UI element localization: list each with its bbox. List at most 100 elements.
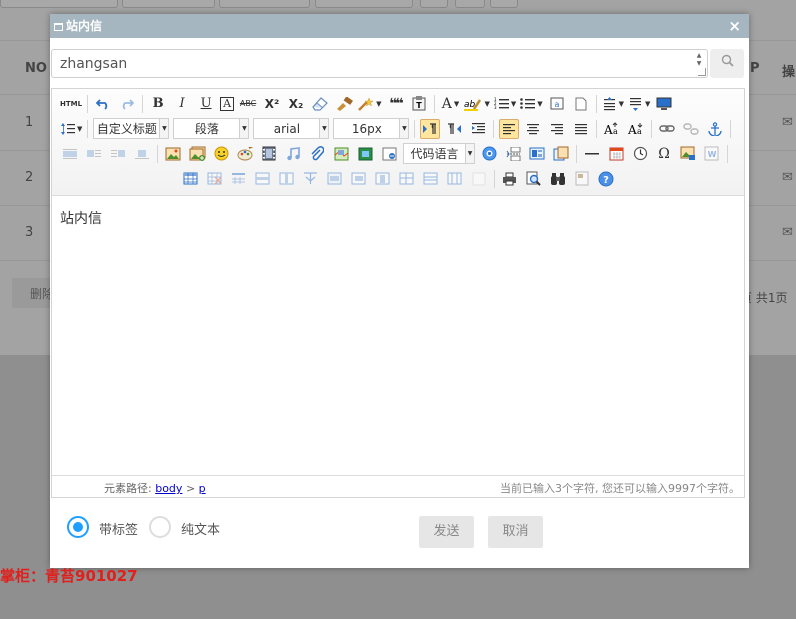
send-button[interactable]: 发送 [419, 516, 474, 548]
insert-video-icon[interactable] [259, 144, 279, 164]
insert-table-icon[interactable] [181, 169, 201, 189]
insert-image-icon[interactable] [163, 144, 183, 164]
superscript-button[interactable]: X² [262, 94, 282, 114]
radio-with-tags-label[interactable]: 带标签 [99, 519, 138, 538]
font-size-select[interactable]: 16px ▼ [333, 118, 410, 139]
direction-ltr-icon[interactable] [420, 118, 441, 139]
image-none-icon[interactable] [60, 144, 80, 164]
lineheight-icon[interactable]: ▼ [60, 119, 82, 139]
gmap-icon[interactable] [355, 144, 375, 164]
rowspacing-bottom-icon[interactable]: ▼ [628, 94, 650, 114]
direction-rtl-icon[interactable] [444, 119, 464, 139]
word-paste-icon[interactable]: W [702, 144, 722, 164]
time-icon[interactable] [630, 144, 650, 164]
special-chars-button[interactable]: Ω [654, 144, 674, 164]
cancel-button[interactable]: 取消 [488, 516, 543, 548]
code-language-select[interactable]: 代码语言 ▼ [403, 143, 475, 164]
wordimage-icon[interactable] [678, 144, 698, 164]
source-html-button[interactable]: HTML [60, 94, 82, 114]
split-rows-icon[interactable] [421, 169, 441, 189]
multi-image-icon[interactable] [187, 144, 207, 164]
align-justify-icon[interactable] [571, 119, 591, 139]
radio-plain-text[interactable] [149, 516, 171, 538]
fullscreen-icon[interactable]: a [547, 94, 567, 114]
align-center-icon[interactable] [523, 119, 543, 139]
unlink-icon[interactable] [681, 119, 701, 139]
undo-icon[interactable] [93, 94, 113, 114]
recipient-field[interactable]: zhangsan ▲ ▼ [51, 49, 708, 78]
image-right-icon[interactable] [108, 144, 128, 164]
attachment-icon[interactable] [307, 144, 327, 164]
link-icon[interactable] [657, 119, 677, 139]
font-family-select[interactable]: arial ▼ [253, 118, 330, 139]
preview-icon[interactable] [654, 94, 674, 114]
unordered-list-icon[interactable]: ▼ [520, 94, 543, 114]
search-replace-icon[interactable] [524, 169, 544, 189]
pasteplain-icon[interactable]: T [409, 94, 429, 114]
ordered-list-icon[interactable]: 1 2 3 ▼ [494, 94, 516, 114]
music-icon[interactable] [283, 144, 303, 164]
fontborder-button[interactable]: A [220, 96, 235, 111]
rowspacing-top-icon[interactable]: ▼ [602, 94, 624, 114]
format-brush-icon[interactable] [334, 94, 354, 114]
delete-table-icon[interactable] [205, 169, 225, 189]
element-path-body-link[interactable]: body [155, 482, 182, 495]
image-center-icon[interactable] [132, 144, 152, 164]
merge-down-icon[interactable] [373, 169, 393, 189]
blockquote-button[interactable]: ❝❝ [385, 94, 405, 114]
bold-button[interactable]: B [148, 94, 168, 114]
backcolor-icon[interactable]: ab ▼ [464, 94, 490, 114]
touppercase-icon[interactable]: Aa [602, 119, 622, 139]
merge-cells-icon[interactable] [325, 169, 345, 189]
insert-col-icon[interactable] [277, 169, 297, 189]
horizontal-rule-icon[interactable] [582, 144, 602, 164]
eraser-icon[interactable] [310, 94, 330, 114]
insert-frame-icon[interactable] [379, 144, 399, 164]
mail-icon[interactable]: ✉ [782, 170, 793, 185]
paragraph-select[interactable]: 段落 ▼ [173, 118, 250, 139]
forecolor-button[interactable]: A ▼ [440, 94, 460, 114]
search-button[interactable] [710, 49, 744, 78]
merge-right-icon[interactable] [349, 169, 369, 189]
charts-icon[interactable] [469, 169, 489, 189]
image-left-icon[interactable] [84, 144, 104, 164]
resize-grip-icon[interactable] [698, 68, 706, 76]
split-cols-icon[interactable] [445, 169, 465, 189]
insert-row-icon[interactable] [253, 169, 273, 189]
webapp-icon[interactable] [479, 144, 499, 164]
map-icon[interactable] [331, 144, 351, 164]
align-right-icon[interactable] [547, 119, 567, 139]
split-cells-icon[interactable] [397, 169, 417, 189]
strikethrough-button[interactable]: ABC [238, 94, 258, 114]
document-icon[interactable] [571, 94, 591, 114]
close-icon[interactable]: × [728, 14, 741, 38]
find-icon[interactable] [548, 169, 568, 189]
subscript-button[interactable]: X₂ [286, 94, 306, 114]
emotion-icon[interactable] [211, 144, 231, 164]
drafts-icon[interactable] [572, 169, 592, 189]
merge-icon[interactable] [301, 169, 321, 189]
caption-icon[interactable] [229, 169, 249, 189]
underline-button[interactable]: U [196, 94, 216, 114]
date-icon[interactable] [606, 144, 626, 164]
background-icon[interactable] [551, 144, 571, 164]
align-left-icon[interactable] [499, 118, 520, 139]
mail-icon[interactable]: ✉ [782, 115, 793, 130]
pagebreak-icon[interactable] [503, 144, 523, 164]
redo-icon[interactable] [117, 94, 137, 114]
indent-icon[interactable] [468, 119, 488, 139]
tolowercase-icon[interactable]: Aa [626, 119, 646, 139]
radio-with-tags[interactable] [67, 516, 89, 538]
element-path-p-link[interactable]: p [199, 482, 206, 495]
mail-icon[interactable]: ✉ [782, 225, 793, 240]
dialog-title-bar[interactable]: 站内信 × [50, 14, 749, 38]
radio-plain-text-label[interactable]: 纯文本 [181, 519, 220, 538]
custom-heading-select[interactable]: 自定义标题 ▼ [93, 118, 170, 139]
help-icon[interactable]: ? [596, 169, 616, 189]
anchor-icon[interactable] [705, 119, 725, 139]
editor-content[interactable]: 站内信 [52, 196, 744, 475]
print-icon[interactable] [500, 169, 520, 189]
scrawl-icon[interactable] [235, 144, 255, 164]
italic-button[interactable]: I [172, 94, 192, 114]
template-icon[interactable] [527, 144, 547, 164]
